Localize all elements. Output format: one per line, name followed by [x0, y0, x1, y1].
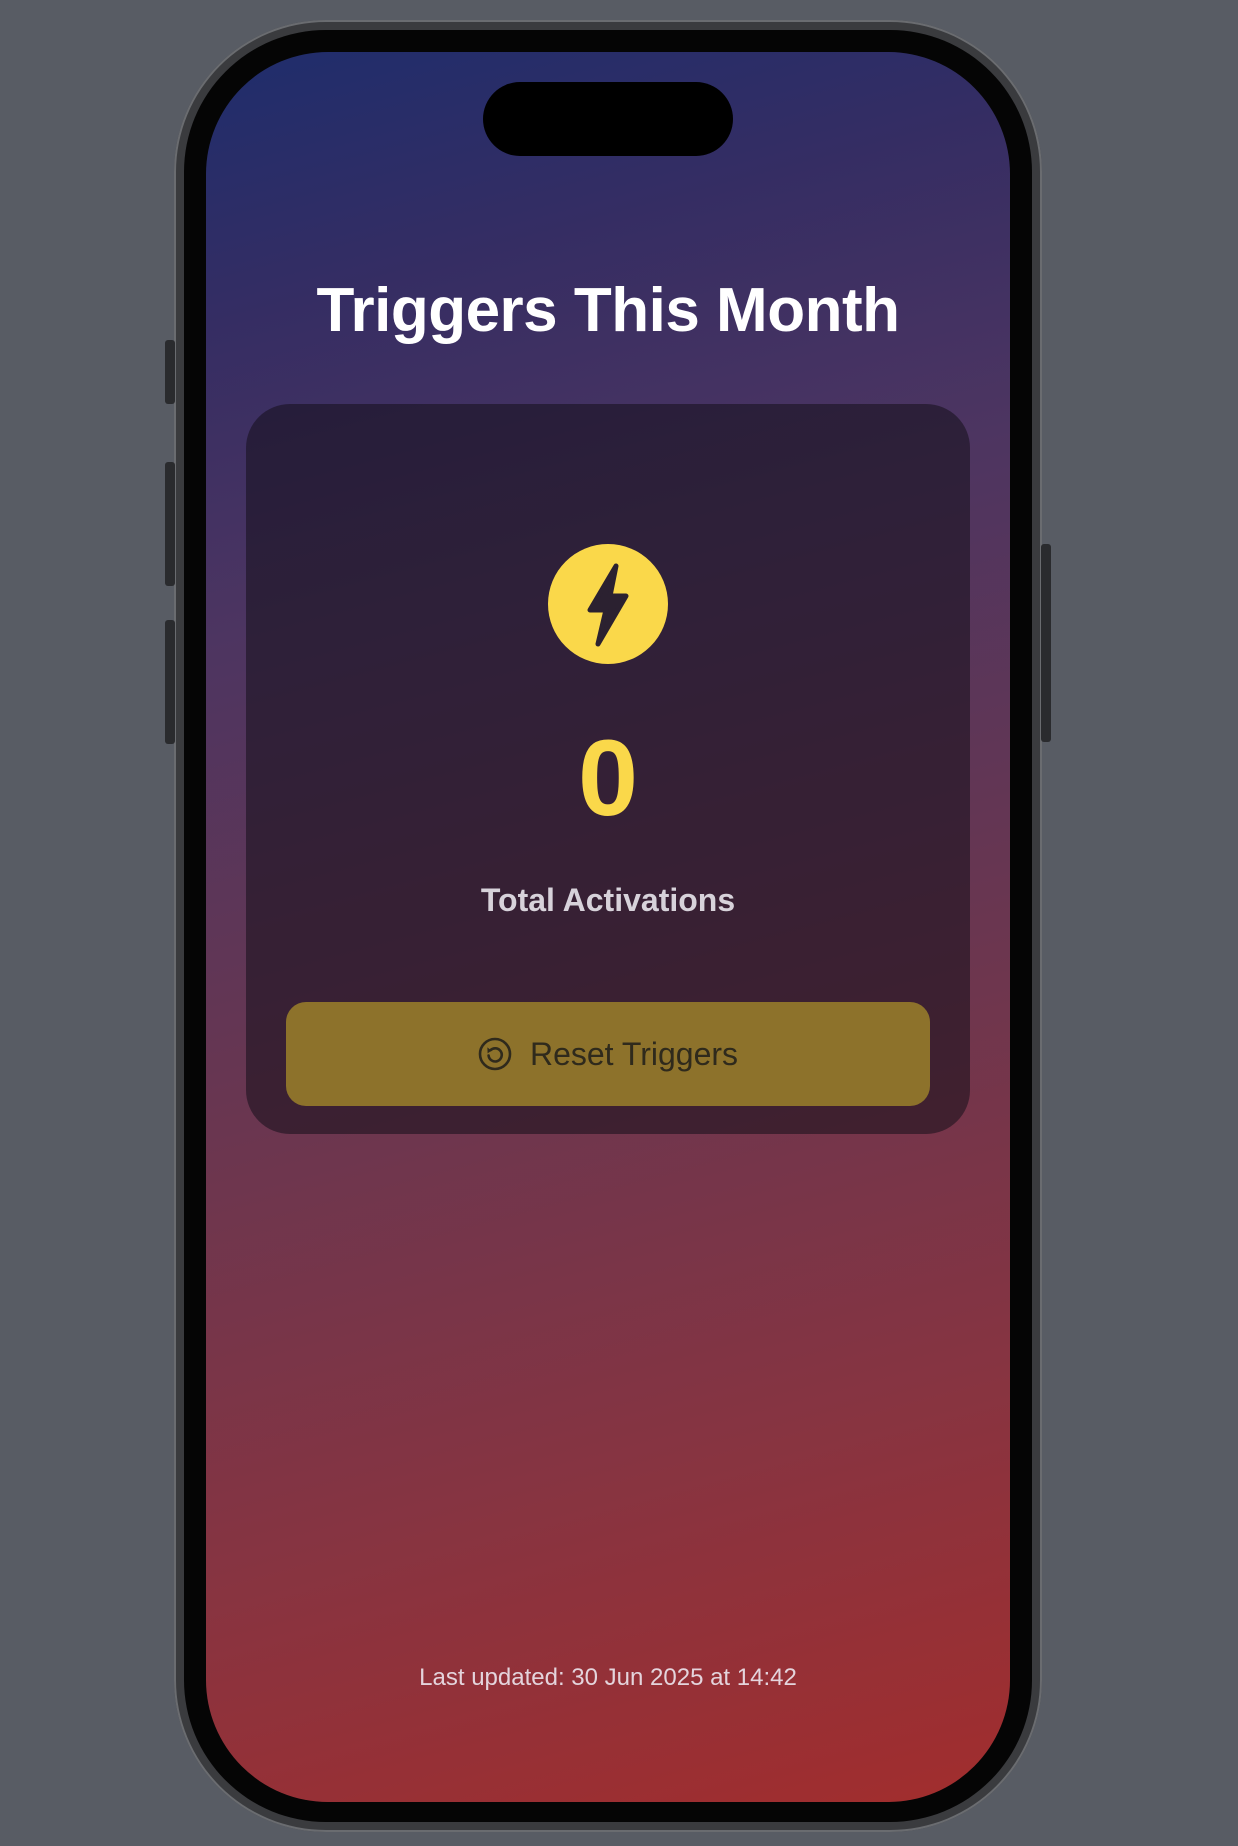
activation-count-label: Total Activations: [480, 882, 736, 918]
reset-triggers-label: Reset Triggers: [529, 1036, 739, 1072]
last-updated-timestamp: Last updated: 30 Jun 2025 at 14:42: [419, 1664, 797, 1691]
volume-up-button: [165, 462, 175, 586]
lightning-bolt-icon: [548, 544, 668, 664]
page-title: Triggers This Month: [316, 276, 900, 345]
action-button: [165, 340, 175, 404]
triggers-card: 0 Total Activations Reset Triggers: [246, 404, 970, 1134]
reset-triggers-button[interactable]: Reset Triggers: [286, 1002, 930, 1106]
dynamic-island: [483, 82, 733, 156]
power-button: [1041, 544, 1051, 742]
app-screen: Triggers This Month 0 Total Activations …: [206, 52, 1010, 1802]
activation-count: 0: [577, 717, 639, 838]
arrow-counterclockwise-circle-icon: [478, 1037, 512, 1071]
volume-down-button: [165, 620, 175, 744]
